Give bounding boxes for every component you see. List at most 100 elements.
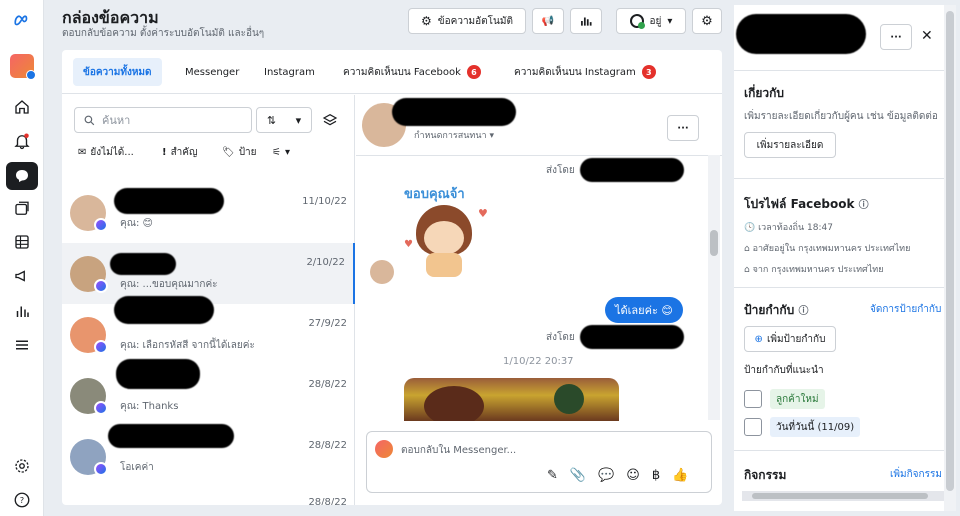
add-details-button[interactable]: เพิ่มรายละเอียด <box>744 132 836 158</box>
ellipsis-icon: ··· <box>677 122 689 134</box>
facebook-profile-heading: โปรไฟล์ Facebook ⓘ <box>744 197 869 211</box>
labels-heading: ป้ายกำกับ ⓘ <box>744 303 809 317</box>
list-item[interactable]: 28/8/22 คุณ: Thanks <box>62 359 355 426</box>
filter-unread[interactable]: ✉ ยังไม่ได้... <box>78 142 134 162</box>
search-input[interactable]: ค้นหา <box>74 107 252 133</box>
inbox-tabs: ข้อความทั้งหมด Messenger Instagram ความค… <box>62 50 722 94</box>
reply-input[interactable]: ตอบกลับใน Messenger... <box>401 443 516 458</box>
sort-dropdown[interactable]: ⇅ ▾ <box>256 107 312 133</box>
list-item[interactable]: 27/9/22 คุณ: เลือกรหัสสี จากนี้ได้เลยค่ะ <box>62 296 355 365</box>
page-avatar <box>375 440 393 458</box>
menu-icon[interactable] <box>10 333 34 357</box>
photo-message[interactable] <box>404 378 619 421</box>
insights-button[interactable] <box>570 8 602 34</box>
close-icon[interactable]: ✕ <box>921 28 933 44</box>
sliders-icon: ⚟ <box>272 146 281 158</box>
saved-reply-icon[interactable]: ✎ <box>547 468 558 483</box>
chat-scrollbar[interactable] <box>708 155 720 420</box>
location-icon: ⌂ <box>744 244 750 254</box>
row-date: 11/10/22 <box>302 196 347 207</box>
list-item[interactable]: 2/10/22 คุณ: ...ขอบคุณมากค่ะ <box>62 243 355 304</box>
list-item[interactable]: 11/10/22 คุณ: 😊 <box>62 182 355 243</box>
settings-button[interactable]: ⚙ <box>692 8 722 34</box>
ads-icon[interactable] <box>10 264 34 288</box>
sticker-image: ขอบคุณจ้า ♥ ♥ <box>402 183 490 283</box>
list-item[interactable]: 28/8/22 <box>62 487 355 505</box>
filter-important[interactable]: ! สำคัญ <box>162 142 198 162</box>
panel-scrollbar[interactable] <box>944 5 956 511</box>
divider <box>734 450 956 451</box>
assign-dropdown[interactable]: กำหนดการสนทนา ▾ <box>414 128 494 142</box>
sent-by-label: ส่งโดย <box>546 332 575 343</box>
attachment-icon[interactable]: 📎 <box>570 468 586 483</box>
like-icon[interactable]: 👍 <box>672 468 688 483</box>
payment-icon[interactable]: ฿ <box>652 468 660 483</box>
tab-facebook-comments[interactable]: ความคิดเห็นบน Facebook 6 <box>333 58 491 86</box>
announce-button[interactable]: 📢 <box>532 8 564 34</box>
info-icon: ⓘ <box>798 306 809 317</box>
suggested-label-new-customer[interactable]: ลูกค้าใหม่ <box>770 389 825 409</box>
more-options-button[interactable]: ··· <box>880 24 912 50</box>
search-icon <box>84 115 95 125</box>
page-subtitle: ตอบกลับข้อความ ตั้งค่าระบบอัตโนมัติ และอ… <box>62 28 265 39</box>
clock-icon: 🕓 <box>744 223 756 233</box>
label-checkbox[interactable] <box>744 390 762 408</box>
quick-reply-icon[interactable]: 💬 <box>598 468 614 483</box>
list-item[interactable]: 28/8/22 โอเคค่า <box>62 424 355 487</box>
redacted-name <box>114 188 224 214</box>
sent-by-label: ส่งโดย <box>546 165 575 176</box>
row-date: 27/9/22 <box>308 318 347 329</box>
add-label-button[interactable]: ⊕ เพิ่มป้ายกำกับ <box>744 326 836 352</box>
lives-in: ⌂ อาศัยอยู่ใน กรุงเทพมหานคร ประเทศไทย <box>744 244 911 254</box>
messenger-icon <box>94 279 108 293</box>
notifications-icon[interactable] <box>10 129 34 153</box>
about-description: เพิ่มรายละเอียดเกี่ยวกับผู้คน เช่น ข้อมู… <box>744 111 938 122</box>
reply-bubble: ได้เลยค่ะ 😊 <box>605 297 683 323</box>
insights-icon[interactable] <box>10 299 34 323</box>
suggested-label-today[interactable]: วันที่วันนี้ (11/09) <box>770 417 861 437</box>
filter-more[interactable]: ⚟ ▾ <box>272 142 290 162</box>
row-preview: คุณ: Thanks <box>120 401 179 412</box>
row-preview: คุณ: 😊 <box>120 218 153 229</box>
bar-chart-icon <box>581 17 592 26</box>
content-icon[interactable] <box>10 197 34 221</box>
home-icon[interactable] <box>10 95 34 119</box>
emoji-icon[interactable]: ☺ <box>626 468 640 483</box>
manage-labels-link[interactable]: จัดการป้ายกำกับ <box>870 302 941 317</box>
tab-messenger[interactable]: Messenger <box>175 58 249 86</box>
redacted-name <box>116 359 200 389</box>
location-icon: ⌂ <box>744 265 750 275</box>
chevron-down-icon: ▾ <box>295 113 302 127</box>
redacted-name <box>736 14 866 54</box>
row-preview: คุณ: เลือกรหัสสี จากนี้ได้เลยค่ะ <box>120 340 255 351</box>
status-dropdown[interactable]: อยู่ ▾ <box>616 8 686 34</box>
local-time: 🕓 เวลาท้องถิ่น 18:47 <box>744 223 833 233</box>
tab-instagram[interactable]: Instagram <box>254 58 325 86</box>
filter-label[interactable]: 🏷 ป้าย <box>222 142 257 162</box>
row-preview: โอเคค่า <box>120 462 154 473</box>
reply-composer[interactable]: ตอบกลับใน Messenger... ✎ 📎 💬 ☺ ฿ 👍 <box>366 431 712 493</box>
planner-icon[interactable] <box>10 230 34 254</box>
settings-icon[interactable] <box>10 454 34 478</box>
more-options-button[interactable]: ··· <box>667 115 699 141</box>
count-badge: 6 <box>466 65 481 79</box>
tab-all-messages[interactable]: ข้อความทั้งหมด <box>73 58 162 86</box>
automation-button[interactable]: ⚙ ข้อความอัตโนมัติ <box>408 8 526 34</box>
divider <box>356 155 722 156</box>
messenger-icon <box>94 462 108 476</box>
horizontal-scrollbar[interactable] <box>742 491 944 501</box>
meta-logo-icon[interactable] <box>10 8 34 32</box>
page-avatar-icon[interactable] <box>10 54 36 80</box>
redacted-name <box>580 325 684 349</box>
layers-icon[interactable] <box>322 112 338 131</box>
ellipsis-icon: ··· <box>890 31 902 43</box>
plus-circle-icon: ⊕ <box>754 333 763 345</box>
info-icon: ⓘ <box>858 200 869 211</box>
redacted-name <box>108 424 234 448</box>
tab-instagram-comments[interactable]: ความคิดเห็นบน Instagram 3 <box>504 58 666 86</box>
add-activity-link[interactable]: เพิ่มกิจกรรม <box>890 467 942 482</box>
inbox-icon[interactable] <box>6 162 38 190</box>
label-checkbox[interactable] <box>744 418 762 436</box>
row-date: 2/10/22 <box>306 257 345 268</box>
help-icon[interactable]: ? <box>10 488 34 512</box>
